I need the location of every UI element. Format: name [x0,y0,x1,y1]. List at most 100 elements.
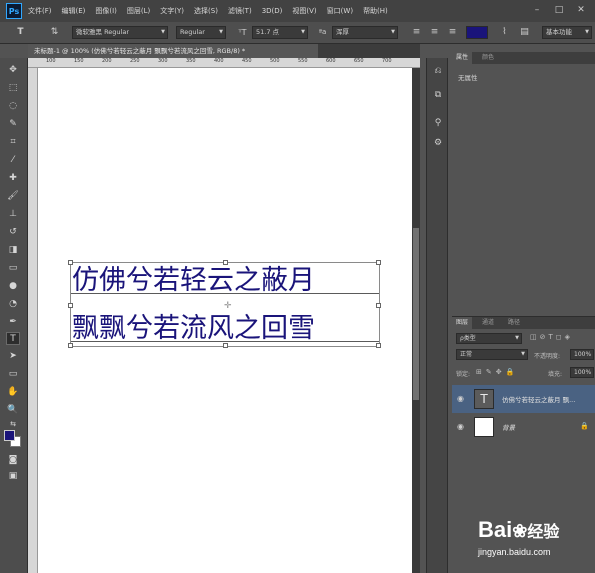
align-center-icon[interactable]: ≡ [428,26,441,39]
layer-name: 背景 [502,424,515,432]
opacity-input[interactable]: 100% [570,349,594,360]
healing-brush-tool-icon[interactable]: ✚ [6,172,20,185]
lasso-tool-icon[interactable]: ◌ [6,100,20,113]
tab-paths[interactable]: 路径 [504,317,524,329]
transform-handle-right[interactable] [376,303,381,308]
align-left-icon[interactable]: ≡ [410,26,423,39]
menu-window[interactable]: 窗口(W) [327,6,353,16]
history-brush-tool-icon[interactable]: ↺ [6,226,20,239]
marquee-tool-icon[interactable]: ⬚ [6,82,20,95]
menu-3d[interactable]: 3D(D) [262,7,283,15]
menu-select[interactable]: 选择(S) [194,6,218,16]
blend-mode-value: 正常 [460,351,473,358]
character-panel-icon[interactable]: ▤ [518,26,531,39]
ruler-tick-label: 200 [102,58,112,64]
transform-handle-bottom[interactable] [223,343,228,348]
layer-filter-icons[interactable]: ◫⊘T◻◈ [530,333,573,341]
eraser-tool-icon[interactable]: ◨ [6,244,20,257]
document-tab[interactable]: 未标题-1 @ 100% (仿佛兮若轻云之蔽月 飘飘兮若流风之回雪, RGB/8… [28,44,318,58]
antialias-select[interactable]: 浑厚 ▼ [332,26,398,39]
font-family-select[interactable]: 微软雅黑 Regular ▼ [72,26,168,39]
minimize-icon[interactable]: – [530,3,544,17]
text-bounding-box[interactable]: ✛ [68,260,381,348]
transform-handle-top-right[interactable] [376,260,381,265]
font-style-select[interactable]: Regular ▼ [176,26,226,39]
history-panel-icon[interactable]: ⎌ [431,64,445,78]
font-size-select[interactable]: 51.7 点 ▼ [252,26,308,39]
layer-row-text[interactable]: ◉ T 仿佛兮若轻云之蔽月 飘... [452,385,595,413]
align-right-icon[interactable]: ≡ [446,26,459,39]
chevron-down-icon: ▼ [161,29,165,35]
layers-tabs: 图层 通道 路径 [452,317,595,329]
zoom-tool-icon[interactable]: 🔍 [6,404,20,417]
menu-file[interactable]: 文件(F) [28,6,52,16]
document-tab-title: 未标题-1 @ 100% (仿佛兮若轻云之蔽月 飘飘兮若流风之回雪, RGB/8… [34,47,246,55]
close-icon[interactable]: ✕ [574,3,588,17]
swatches-panel-icon[interactable]: ⧉ [431,88,445,102]
layer-kind-value: ρ类型 [460,335,476,342]
type-tool-icon[interactable]: T [6,332,20,345]
warp-text-icon[interactable]: ⌇ [498,26,511,39]
photoshop-logo-icon: Ps [6,3,22,19]
screen-mode-icon[interactable]: ▣ [6,470,20,483]
transform-handle-top[interactable] [223,260,228,265]
chevron-down-icon: ▼ [219,29,223,35]
hand-tool-icon[interactable]: ✋ [6,386,20,399]
menu-filter[interactable]: 滤镜(T) [228,6,252,16]
text-color-swatch[interactable] [466,26,488,39]
dodge-tool-icon[interactable]: ◔ [6,298,20,311]
gradient-tool-icon[interactable]: ▭ [6,262,20,275]
properties-tabs: 属性 颜色 [452,52,595,64]
crop-tool-icon[interactable]: ⌗ [6,136,20,149]
vertical-scrollbar[interactable] [412,68,420,573]
tab-channels[interactable]: 通道 [478,317,498,329]
ruler-tick-label: 600 [326,58,336,64]
menu-layer[interactable]: 图层(L) [127,6,150,16]
transform-handle-bottom-left[interactable] [68,343,73,348]
tab-color[interactable]: 颜色 [478,52,498,64]
reference-point-icon: ✛ [224,301,232,311]
blend-mode-select[interactable]: 正常 ▼ [456,349,528,360]
scrollbar-thumb[interactable] [413,228,419,400]
chevron-down-icon: ▼ [515,335,519,341]
clone-stamp-tool-icon[interactable]: ⊥ [6,208,20,221]
properties-panel: 属性 颜色 无属性 [452,52,595,314]
antialias-icon: ªa [318,28,327,36]
transform-handle-left[interactable] [68,303,73,308]
move-tool-icon[interactable]: ✥ [6,64,20,77]
lock-icon: 🔒 [580,422,589,430]
transform-handle-top-left[interactable] [68,260,73,265]
quick-select-tool-icon[interactable]: ✎ [6,118,20,131]
path-selection-tool-icon[interactable]: ➤ [6,350,20,363]
eye-icon[interactable]: ◉ [457,394,464,403]
shape-tool-icon[interactable]: ▭ [6,368,20,381]
ruler-tick-label: 250 [130,58,140,64]
eyedropper-tool-icon[interactable]: ⁄ [6,154,20,167]
tab-properties[interactable]: 属性 [452,52,473,64]
menu-image[interactable]: 图像(I) [95,6,117,16]
layer-kind-filter[interactable]: ρ类型 ▼ [456,333,522,344]
blur-tool-icon[interactable]: ● [6,280,20,293]
transform-handle-bottom-right[interactable] [376,343,381,348]
layer-row-background[interactable]: ◉ 背景 🔒 [452,413,595,441]
eye-icon[interactable]: ◉ [457,422,464,431]
menu-type[interactable]: 文字(Y) [160,6,184,16]
tab-layers[interactable]: 图层 [452,317,473,329]
menu-edit[interactable]: 编辑(E) [62,6,86,16]
quick-mask-icon[interactable]: ◙ [6,454,20,467]
foreground-color-swatch[interactable] [4,430,15,441]
tool-presets-panel-icon[interactable]: ⚲ [431,116,445,130]
fill-input[interactable]: 100% [570,367,594,378]
pen-tool-icon[interactable]: ✒ [6,316,20,329]
lock-icons[interactable]: ⊞✎✥🔒 [476,368,518,376]
type-tool-preset-icon[interactable]: T [14,26,27,39]
adjustments-panel-icon[interactable]: ⚙ [431,136,445,150]
brush-tool-icon[interactable]: 🖌 [6,190,20,203]
menu-view[interactable]: 视图(V) [292,6,316,16]
menu-help[interactable]: 帮助(H) [363,6,388,16]
watermark-brand: Bai [478,517,513,542]
workspace-select[interactable]: 基本功能 ▼ [542,26,592,39]
toggle-text-orientation-icon[interactable]: ⇅ [48,26,61,39]
maximize-icon[interactable]: □ [552,3,566,17]
font-family-value: 微软雅黑 Regular [76,28,129,36]
